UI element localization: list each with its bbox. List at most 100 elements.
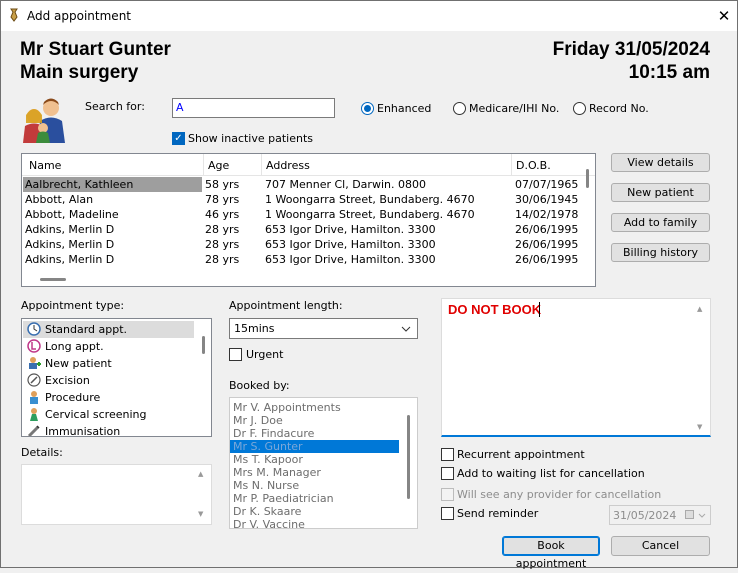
list-item[interactable]: Procedure	[22, 389, 211, 406]
show-inactive-label: Show inactive patients	[188, 132, 314, 145]
table-row[interactable]: Adkins, Merlin D 28 yrs 653 Igor Drive, …	[22, 222, 595, 237]
send-reminder-check-box[interactable]	[441, 507, 454, 520]
list-item-label: Dr F. Findacure	[233, 427, 315, 440]
appointment-length-select[interactable]: 15mins	[229, 318, 418, 339]
urgent-check-box[interactable]	[229, 348, 242, 361]
enhanced-radio-dot[interactable]	[361, 102, 374, 115]
list-item[interactable]: Excision	[22, 372, 211, 389]
cell: Abbott, Alan	[25, 193, 94, 206]
enhanced-label: Enhanced	[377, 102, 432, 115]
long-clock-icon	[27, 339, 41, 353]
send-reminder-checkbox[interactable]: Send reminder	[441, 507, 538, 520]
enhanced-radio[interactable]: Enhanced	[361, 102, 431, 115]
cell: 1 Woongarra Street, Bundaberg. 4670	[265, 208, 475, 221]
appointment-date: Friday 31/05/2024	[552, 39, 710, 60]
waiting-list-checkbox[interactable]: Add to waiting list for cancellation	[441, 467, 645, 480]
book-appointment-button[interactable]: Book appointment	[502, 536, 600, 570]
cell: 26/06/1995	[515, 223, 579, 236]
cell: 653 Igor Drive, Hamilton. 3300	[265, 238, 436, 251]
cell: Adkins, Merlin D	[25, 223, 115, 236]
cell: 1 Woongarra Street, Bundaberg. 4670	[265, 193, 475, 206]
window-title: Add appointment	[27, 9, 132, 23]
vertical-scrollbar[interactable]	[202, 336, 205, 354]
cell: Abbott, Madeline	[25, 208, 119, 221]
col-name[interactable]: Name	[29, 159, 61, 172]
col-address[interactable]: Address	[266, 159, 310, 172]
col-age[interactable]: Age	[208, 159, 229, 172]
list-item-label: Long appt.	[45, 340, 104, 353]
table-row[interactable]: Adkins, Merlin D 28 yrs 653 Igor Drive, …	[22, 252, 595, 267]
show-inactive-checkbox[interactable]: ✓ Show inactive patients	[172, 132, 313, 145]
list-item[interactable]: Immunisation	[22, 423, 211, 436]
cancel-button[interactable]: Cancel	[611, 536, 710, 556]
medicare-radio[interactable]: Medicare/IHI No.	[453, 102, 559, 115]
cell: 30/06/1945	[515, 193, 579, 206]
list-item-selected[interactable]: Mr S. Gunter	[230, 440, 399, 453]
urgent-checkbox[interactable]: Urgent	[229, 348, 283, 361]
table-row[interactable]: Abbott, Alan 78 yrs 1 Woongarra Street, …	[22, 192, 595, 207]
list-item[interactable]: Ms T. Kapoor	[230, 453, 417, 466]
chevron-down-icon[interactable]	[401, 326, 411, 332]
list-item[interactable]: Mr P. Paediatrician	[230, 492, 417, 505]
scroll-up-icon[interactable]: ▲	[198, 470, 203, 478]
search-label: Search for:	[85, 100, 145, 113]
cell: 653 Igor Drive, Hamilton. 3300	[265, 253, 436, 266]
new-patient-button[interactable]: New patient	[611, 183, 710, 202]
list-item-label: Procedure	[45, 391, 101, 404]
cell: 28 yrs	[205, 253, 240, 266]
list-item[interactable]: Long appt.	[22, 338, 211, 355]
scroll-down-icon[interactable]: ▼	[697, 423, 702, 431]
table-row[interactable]: Abbott, Madeline 46 yrs 1 Woongarra Stre…	[22, 207, 595, 222]
list-item-label: Mr P. Paediatrician	[233, 492, 334, 505]
record-no-radio-dot[interactable]	[573, 102, 586, 115]
list-item[interactable]: Mr V. Appointments	[230, 401, 417, 414]
list-item-label: Mr J. Doe	[233, 414, 283, 427]
search-input[interactable]: A	[172, 98, 335, 118]
list-item[interactable]: Standard appt.	[22, 321, 211, 338]
recurrent-checkbox[interactable]: Recurrent appointment	[441, 448, 585, 461]
list-item[interactable]: Ms N. Nurse	[230, 479, 417, 492]
recurrent-label: Recurrent appointment	[457, 448, 585, 461]
patient-list[interactable]: Name Age Address D.O.B. Aalbrecht, Kathl…	[21, 153, 596, 287]
record-no-radio[interactable]: Record No.	[573, 102, 649, 115]
list-item-label: Mr V. Appointments	[233, 401, 341, 414]
cell: 07/07/1965	[515, 178, 579, 191]
list-item[interactable]: Dr K. Skaare	[230, 505, 417, 518]
list-item[interactable]: Dr F. Findacure	[230, 427, 417, 440]
list-item[interactable]: Dr V. Vaccine	[230, 518, 417, 528]
booked-by-list[interactable]: Mr V. Appointments Mr J. Doe Dr F. Finda…	[229, 397, 418, 529]
new-patient-icon	[29, 357, 41, 369]
billing-history-button[interactable]: Billing history	[611, 243, 710, 262]
vertical-scrollbar[interactable]	[407, 415, 410, 499]
checkmark-icon[interactable]: ✓	[172, 132, 185, 145]
medicare-radio-dot[interactable]	[453, 102, 466, 115]
close-icon[interactable]: ✕	[713, 7, 735, 25]
col-dob[interactable]: D.O.B.	[516, 159, 551, 172]
waiting-list-check-box[interactable]	[441, 467, 454, 480]
list-item[interactable]: Mrs M. Manager	[230, 466, 417, 479]
table-row[interactable]: Aalbrecht, Kathleen 58 yrs 707 Menner Cl…	[22, 177, 595, 192]
list-item[interactable]: New patient	[22, 355, 211, 372]
appointment-type-list[interactable]: Standard appt. Long appt. New patient Ex…	[21, 318, 212, 437]
recurrent-check-box[interactable]	[441, 448, 454, 461]
vertical-scrollbar[interactable]	[586, 169, 589, 188]
app-icon	[10, 8, 18, 22]
scroll-down-icon[interactable]: ▼	[198, 510, 203, 518]
view-details-button[interactable]: View details	[611, 153, 710, 172]
details-textarea[interactable]: ▲ ▼	[21, 464, 212, 525]
syringe-icon	[27, 425, 40, 436]
scroll-up-icon[interactable]: ▲	[697, 305, 702, 313]
cervical-icon	[30, 408, 38, 421]
add-to-family-button[interactable]: Add to family	[611, 213, 710, 232]
list-item[interactable]: Mr J. Doe	[230, 414, 417, 427]
reminder-date-picker: 31/05/2024	[609, 505, 711, 525]
list-item-label: Standard appt.	[45, 323, 128, 336]
booked-by-label: Booked by:	[229, 379, 290, 392]
horizontal-scrollbar[interactable]	[40, 278, 66, 281]
list-item[interactable]: Cervical screening	[22, 406, 211, 423]
text-cursor	[539, 302, 540, 317]
notes-textarea[interactable]: DO NOT BOOK ▲ ▼	[441, 298, 711, 437]
cell: 14/02/1978	[515, 208, 579, 221]
appointment-time: 10:15 am	[628, 62, 710, 83]
table-row[interactable]: Adkins, Merlin D 28 yrs 653 Igor Drive, …	[22, 237, 595, 252]
